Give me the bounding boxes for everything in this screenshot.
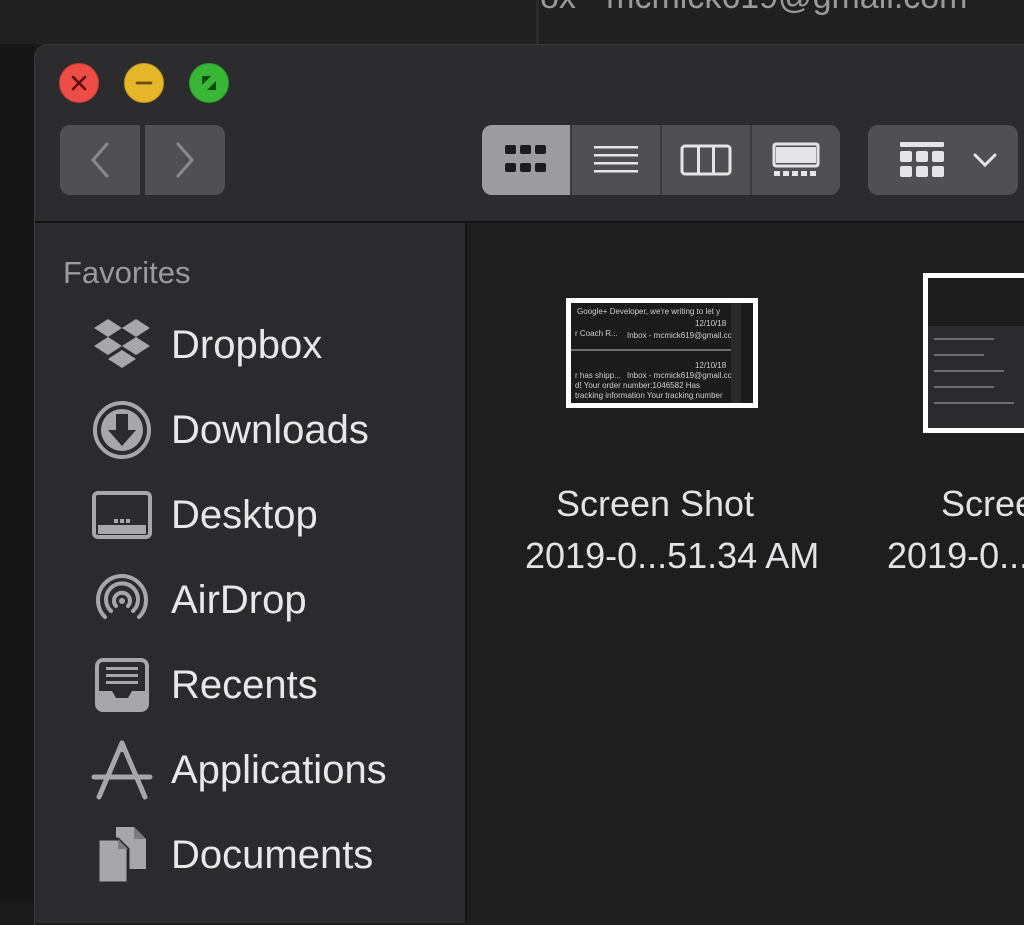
favorites-header: Favorites <box>63 255 191 290</box>
thumb-divider <box>934 338 994 340</box>
file-thumbnail: Google+ Developer, we're writing to let … <box>566 298 758 408</box>
thumb-divider <box>934 354 984 356</box>
airdrop-icon <box>91 569 153 631</box>
downloads-icon <box>91 399 153 461</box>
background-window-edge <box>0 44 34 903</box>
gallery-view-icon <box>772 142 820 176</box>
dropbox-icon <box>91 314 153 376</box>
sidebar-item-label: Recents <box>171 662 318 707</box>
fullscreen-icon <box>202 76 216 90</box>
sidebar-item-recents[interactable]: Recents <box>91 655 318 715</box>
background-window-title: ox - mcmick619@gmail.com <box>540 0 968 17</box>
minimize-icon <box>135 81 153 85</box>
thumb-text: tracking information Your tracking numbe… <box>575 391 723 400</box>
file-thumbnail <box>923 273 1024 433</box>
thumb-text: d! Your order number:1046582 Has <box>575 381 700 390</box>
thumb-divider <box>934 370 1004 372</box>
toolbar <box>35 45 1024 223</box>
chevron-down-icon <box>973 153 997 168</box>
minimize-button[interactable] <box>124 63 164 103</box>
recents-icon <box>91 654 153 716</box>
sidebar-item-label: Documents <box>171 832 374 877</box>
thumb-text: 12/10/18 <box>695 319 727 328</box>
sidebar-item-dropbox[interactable]: Dropbox <box>91 315 322 375</box>
file-browser: Google+ Developer, we're writing to let … <box>467 223 1024 923</box>
sidebar-item-label: Downloads <box>171 407 369 452</box>
thumb-text: 12/10/18 <box>695 361 727 370</box>
column-view-button[interactable] <box>660 125 750 195</box>
desktop-icon <box>91 484 153 546</box>
column-view-icon <box>680 144 732 176</box>
sidebar: Favorites Dropbox Downloads Desktop AirD… <box>35 223 467 923</box>
icon-view-icon <box>505 145 546 172</box>
sidebar-item-label: Dropbox <box>171 322 323 367</box>
gallery-view-button[interactable] <box>750 125 840 195</box>
file-name-line1: Screen Shot <box>555 483 755 524</box>
thumb-scrollbar <box>731 303 741 403</box>
thumb-text: Inbox - mcmick619@gmail.com <box>627 331 739 340</box>
group-icon <box>900 142 944 177</box>
icon-view-button[interactable] <box>482 125 570 195</box>
zoom-button[interactable] <box>189 63 229 103</box>
finder-window: Favorites Dropbox Downloads Desktop AirD… <box>34 44 1024 925</box>
sidebar-item-airdrop[interactable]: AirDrop <box>91 570 307 630</box>
forward-icon <box>176 142 194 178</box>
group-by-button[interactable] <box>868 125 1018 195</box>
sidebar-item-label: Applications <box>171 747 387 792</box>
file-name-line1: Screen Shot <box>941 483 1024 524</box>
thumb-text: r has shipp... <box>575 371 621 380</box>
thumb-divider <box>934 386 994 388</box>
list-view-button[interactable] <box>570 125 660 195</box>
thumb-divider <box>934 402 1014 404</box>
thumb-divider <box>571 349 731 351</box>
view-mode-control <box>482 125 840 195</box>
list-view-icon <box>594 146 638 173</box>
sidebar-item-label: Desktop <box>171 492 318 537</box>
close-button[interactable] <box>59 63 99 103</box>
thumb-text: Inbox - mcmick619@gmail.com <box>627 371 739 380</box>
sidebar-item-desktop[interactable]: Desktop <box>91 485 318 545</box>
background-window-divider <box>536 0 539 44</box>
forward-button[interactable] <box>145 125 225 195</box>
applications-icon <box>91 739 153 801</box>
thumb-text: r Coach R... <box>575 329 618 338</box>
file-name-line2: 2019-0...5 <box>887 535 1024 576</box>
sidebar-item-label: AirDrop <box>171 577 307 622</box>
background-window: ox - mcmick619@gmail.com <box>0 0 1024 44</box>
sidebar-item-applications[interactable]: Applications <box>91 740 387 800</box>
sidebar-item-downloads[interactable]: Downloads <box>91 400 369 460</box>
thumb-text: Google+ Developer, we're writing to let … <box>577 307 721 316</box>
thumb-header <box>928 278 1024 326</box>
close-icon <box>71 75 87 91</box>
file-name-line2: 2019-0...51.34 AM <box>525 535 820 576</box>
back-icon <box>91 142 109 178</box>
sidebar-item-documents[interactable]: Documents <box>91 825 373 885</box>
back-button[interactable] <box>60 125 140 195</box>
documents-icon <box>91 824 153 886</box>
